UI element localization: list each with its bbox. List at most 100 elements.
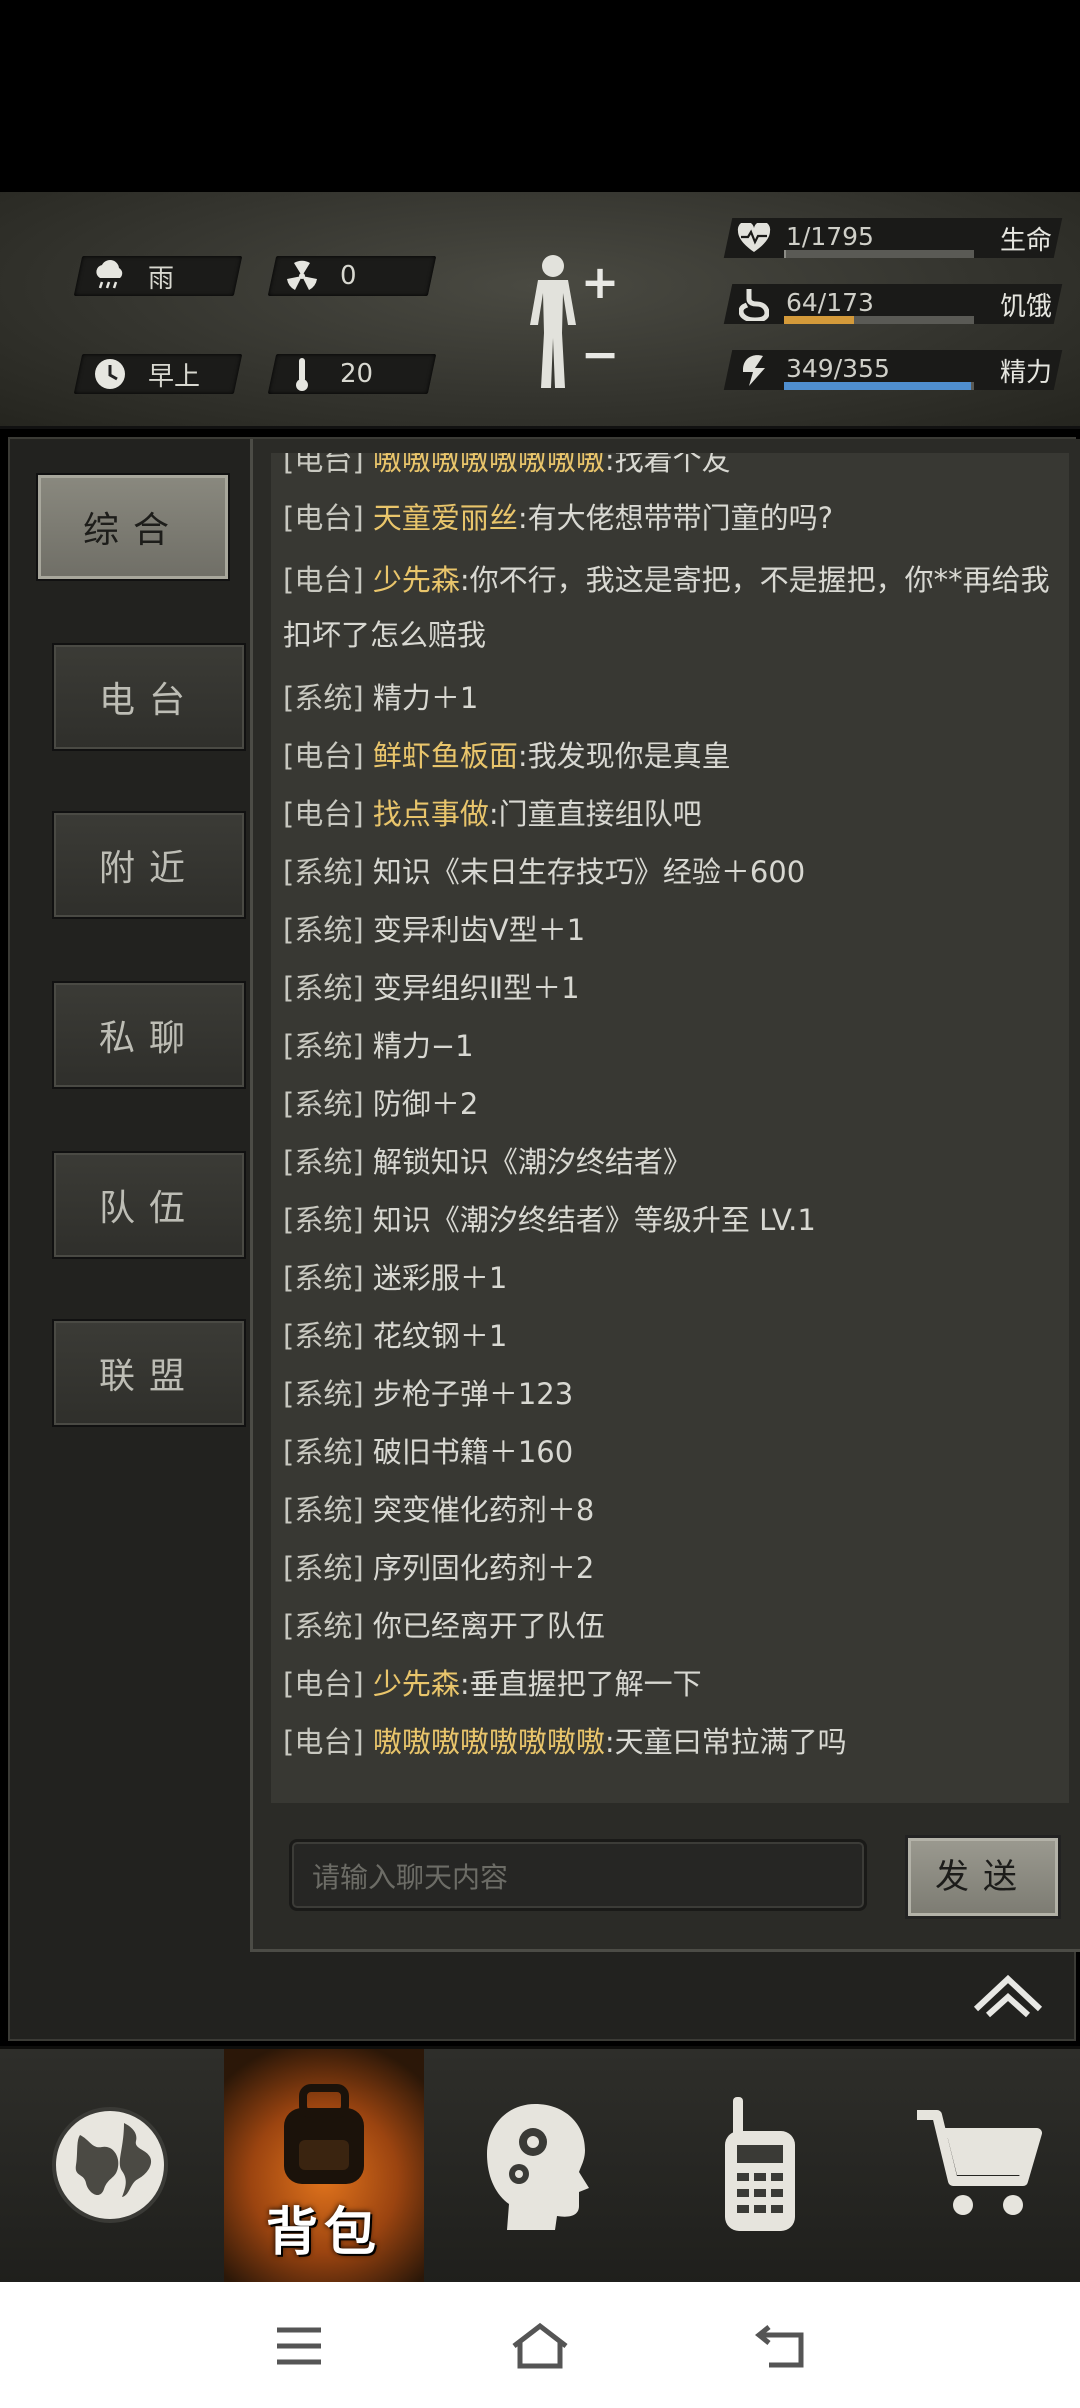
chat-message: [电台] 少先森:你不行，我这是寄把，不是握把，你**再给我扣坏了怎么赔我 — [283, 547, 1063, 669]
nav-backpack-label: 背包 — [265, 2203, 382, 2263]
back-icon[interactable] — [746, 2316, 816, 2376]
message-channel-tag: [电台] — [283, 501, 364, 535]
message-channel-tag: [系统] — [283, 1551, 364, 1585]
message-channel-tag: [系统] — [283, 1145, 364, 1179]
nav-radio[interactable] — [660, 2049, 860, 2285]
nav-world[interactable] — [10, 2049, 210, 2285]
message-text: :我发现你是真皇 — [517, 739, 731, 773]
temperature-value: 20 — [340, 359, 374, 389]
globe-icon — [50, 2105, 170, 2229]
chat-message: [系统] 序列固化药剂＋2 — [283, 1539, 1063, 1597]
radiation-indicator: 0 — [282, 256, 357, 296]
tab-alliance[interactable]: 联盟 — [52, 1319, 246, 1427]
message-channel-tag: [系统] — [283, 1203, 364, 1237]
message-sender[interactable]: 找点事做 — [373, 797, 489, 831]
message-sender[interactable]: 嗷嗷嗷嗷嗷嗷嗷嗷 — [373, 453, 605, 477]
message-text: 知识《潮汐终结者》等级升至 LV.1 — [372, 1203, 816, 1237]
message-text: 变异组织Ⅱ型＋1 — [372, 971, 580, 1005]
message-text: 花纹钢＋1 — [372, 1319, 508, 1353]
message-channel-tag: [系统] — [283, 971, 364, 1005]
double-chevron-up-icon[interactable] — [970, 1969, 1046, 2019]
nav-skills[interactable] — [440, 2049, 640, 2285]
chat-log[interactable]: [电台] 嗷嗷嗷嗷嗷嗷嗷嗷:找着个友 [电台] 天童爱丽丝:有大佬想带带门童的吗?… — [271, 453, 1069, 1803]
tab-team[interactable]: 队伍 — [52, 1151, 246, 1259]
message-channel-tag: [系统] — [283, 1435, 364, 1469]
message-text: 破旧书籍＋160 — [372, 1435, 574, 1469]
stat-hunger-value: 64/173 — [786, 288, 874, 317]
tab-general[interactable]: 综合 — [36, 473, 230, 581]
message-text: :门童直接组队吧 — [488, 797, 702, 831]
time-label: 早上 — [148, 361, 201, 392]
chat-input[interactable]: 请输入聊天内容 — [289, 1839, 867, 1911]
weather-label: 雨 — [148, 263, 175, 294]
home-icon[interactable] — [505, 2316, 575, 2376]
top-black-area — [0, 0, 1080, 192]
bottom-nav: 背包 — [0, 2046, 1080, 2285]
body-plus-button[interactable]: + — [578, 259, 622, 305]
stat-energy-value: 349/355 — [786, 354, 890, 383]
chat-message: [系统] 知识《潮汐终结者》等级升至 LV.1 — [283, 1191, 1063, 1249]
status-header: 雨 0 早上 20 + − 1/1795 生命 64/173 饥饿 349/35… — [0, 192, 1080, 429]
energy-icon — [736, 352, 772, 388]
tab-nearby[interactable]: 附近 — [52, 811, 246, 919]
message-text: :找着个友 — [604, 453, 731, 477]
walkie-talkie-icon — [715, 2095, 805, 2239]
chat-message: [系统] 花纹钢＋1 — [283, 1307, 1063, 1365]
nav-backpack[interactable]: 背包 — [224, 2049, 424, 2285]
message-sender[interactable]: 少先森 — [373, 1667, 460, 1701]
message-text: 防御＋2 — [372, 1087, 479, 1121]
stat-energy-track — [784, 382, 974, 390]
head-gears-icon — [485, 2100, 595, 2234]
radiation-icon — [282, 256, 322, 296]
thermometer-icon — [282, 354, 322, 394]
message-text: :天童曰常拉满了吗 — [604, 1725, 847, 1759]
message-sender[interactable]: 嗷嗷嗷嗷嗷嗷嗷嗷 — [373, 1725, 605, 1759]
nav-shop[interactable] — [878, 2049, 1078, 2285]
backpack-icon — [269, 2080, 379, 2194]
stat-hunger-fill — [784, 316, 855, 324]
chat-message: [系统] 精力＋1 — [283, 669, 1063, 727]
stat-hunger: 64/173 饥饿 — [723, 284, 1063, 324]
tab-private[interactable]: 私聊 — [52, 981, 246, 1089]
radiation-value: 0 — [340, 261, 357, 291]
system-nav-bar — [0, 2282, 1080, 2408]
message-text: :垂直握把了解一下 — [459, 1667, 702, 1701]
chat-message: [电台] 天童爱丽丝:有大佬想带带门童的吗? — [283, 489, 1063, 547]
send-button[interactable]: 发送 — [905, 1835, 1061, 1919]
message-channel-tag: [系统] — [283, 913, 364, 947]
message-text: 迷彩服＋1 — [372, 1261, 508, 1295]
message-channel-tag: [系统] — [283, 1377, 364, 1411]
chat-message: [电台] 鲜虾鱼板面:我发现你是真皇 — [283, 727, 1063, 785]
message-text: 步枪子弹＋123 — [372, 1377, 574, 1411]
chat-message: [系统] 突变催化药剂＋8 — [283, 1481, 1063, 1539]
message-text: 精力＋1 — [372, 681, 479, 715]
stat-energy-label: 精力 — [999, 358, 1052, 388]
weather-indicator: 雨 — [90, 256, 174, 296]
stat-energy: 349/355 精力 — [723, 350, 1063, 390]
message-sender[interactable]: 少先森 — [373, 563, 460, 597]
rain-cloud-icon — [90, 256, 130, 296]
message-channel-tag: [电台] — [283, 797, 364, 831]
message-channel-tag: [电台] — [283, 1667, 364, 1701]
message-channel-tag: [系统] — [283, 1261, 364, 1295]
message-text: :有大佬想带带门童的吗? — [517, 501, 834, 535]
clock-icon — [90, 354, 130, 394]
chat-message: [电台] 嗷嗷嗷嗷嗷嗷嗷嗷:找着个友 — [283, 453, 1063, 489]
message-sender[interactable]: 鲜虾鱼板面 — [373, 739, 518, 773]
chat-message: [系统] 破旧书籍＋160 — [283, 1423, 1063, 1481]
menu-icon[interactable] — [264, 2316, 334, 2376]
chat-message: [系统] 变异组织Ⅱ型＋1 — [283, 959, 1063, 1017]
message-text: 知识《末日生存技巧》经验＋600 — [372, 855, 806, 889]
chat-message: [电台] 找点事做:门童直接组队吧 — [283, 785, 1063, 843]
tab-radio[interactable]: 电台 — [52, 643, 246, 751]
chat-message: [电台] 嗷嗷嗷嗷嗷嗷嗷嗷:天童曰常拉满了吗 — [283, 1713, 1063, 1771]
message-sender[interactable]: 天童爱丽丝 — [373, 501, 518, 535]
chat-message: [电台] 少先森:垂直握把了解一下 — [283, 1655, 1063, 1713]
body-minus-button[interactable]: − — [578, 331, 622, 377]
chat-message: [系统] 步枪子弹＋123 — [283, 1365, 1063, 1423]
message-text: 精力−1 — [372, 1029, 474, 1063]
message-channel-tag: [系统] — [283, 855, 364, 889]
message-channel-tag: [系统] — [283, 681, 364, 715]
message-channel-tag: [电台] — [283, 453, 364, 477]
stat-health-fill — [784, 250, 786, 258]
